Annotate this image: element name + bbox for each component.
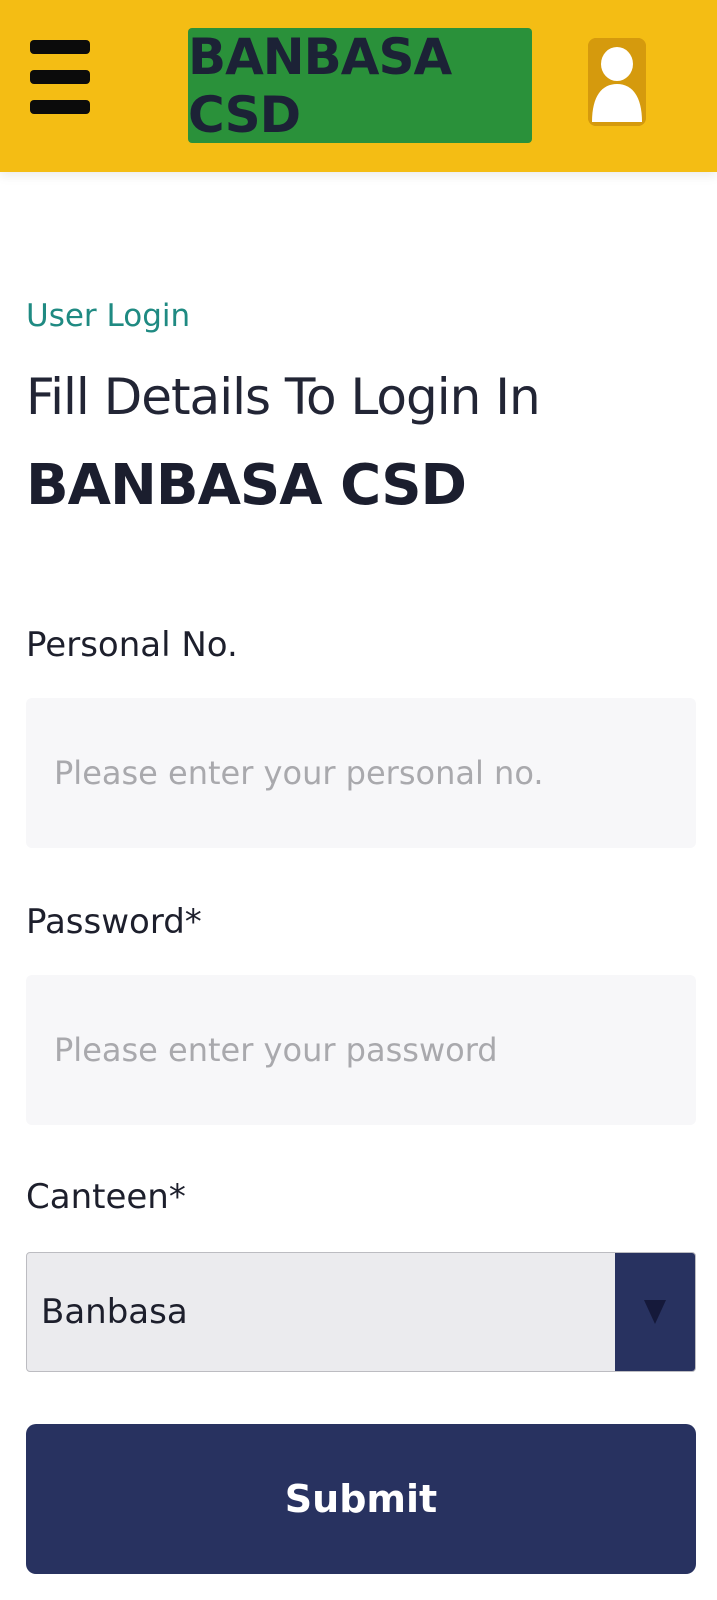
page-title: Fill Details To Login In	[26, 368, 541, 426]
brand-title: BANBASA CSD	[188, 27, 452, 144]
user-avatar-icon	[588, 38, 646, 126]
menu-bar-middle	[30, 70, 90, 84]
password-label: Password*	[26, 902, 202, 942]
submit-button[interactable]: Submit	[26, 1424, 696, 1574]
section-eyebrow: User Login	[26, 298, 191, 334]
caret-down-icon	[644, 1300, 666, 1324]
menu-bar-top	[30, 40, 90, 54]
password-input[interactable]	[26, 975, 696, 1125]
personal-no-label: Personal No.	[26, 625, 238, 665]
top-app-bar: BANBASA CSD	[0, 0, 717, 172]
canteen-selected-value: Banbasa	[41, 1292, 188, 1332]
canteen-select[interactable]: Banbasa	[26, 1252, 696, 1372]
menu-bar-bottom	[30, 100, 90, 114]
canteen-label: Canteen*	[26, 1177, 186, 1217]
canteen-dropdown-toggle[interactable]	[615, 1253, 695, 1371]
hamburger-menu-icon[interactable]	[30, 40, 90, 114]
personal-no-input[interactable]	[26, 698, 696, 848]
user-avatar-button[interactable]	[588, 38, 646, 126]
page-title-brand: BANBASA CSD	[26, 453, 467, 518]
brand-logo[interactable]: BANBASA CSD	[188, 27, 532, 144]
